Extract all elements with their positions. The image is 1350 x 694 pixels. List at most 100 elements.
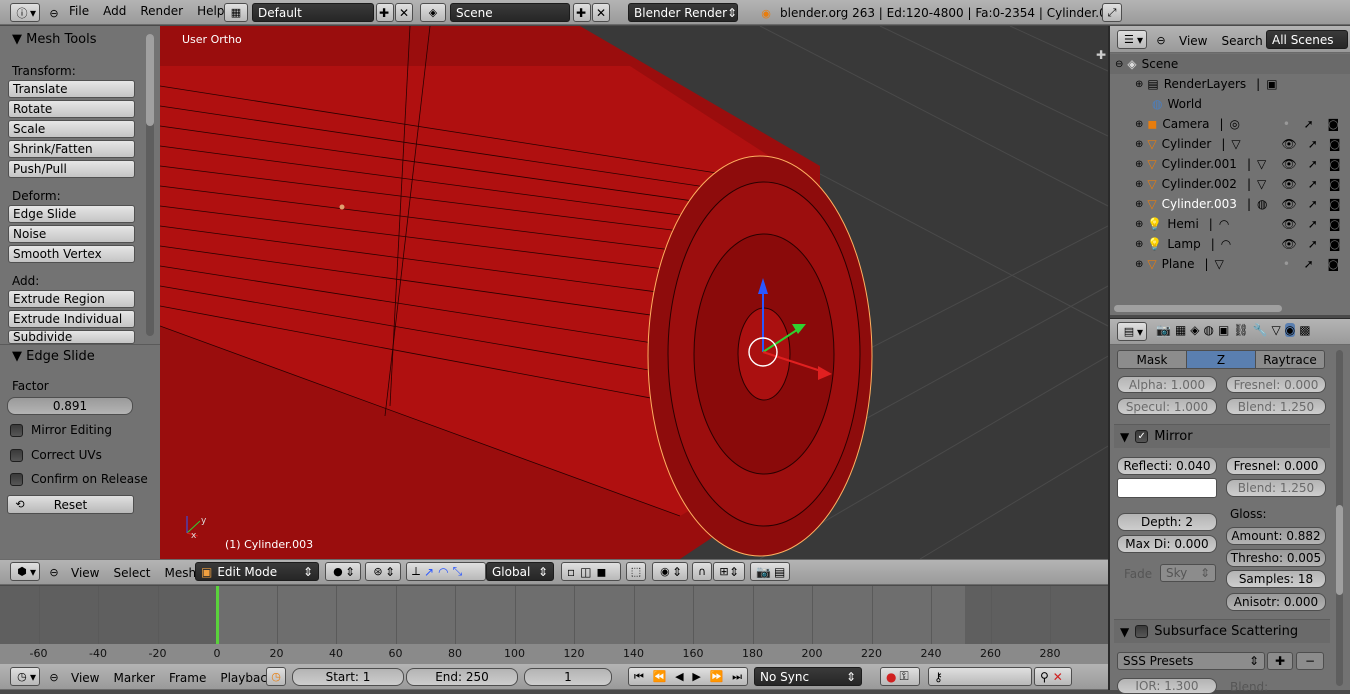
screen-layout-field[interactable]: Default [252, 3, 374, 22]
gloss-samples-field[interactable]: Samples: 18 [1226, 570, 1326, 588]
outliner-row-renderlayers[interactable]: ⊕ ▤ RenderLayers | ▣ [1110, 74, 1350, 94]
sync-select[interactable]: No Sync ⇕ [754, 667, 862, 686]
menu-view[interactable]: View [64, 671, 106, 685]
subdivide-button[interactable]: Subdivide [8, 330, 135, 344]
proportional-edit-select[interactable]: ◉ ⇕ [652, 562, 688, 581]
insert-key-icon[interactable]: ⚲ [1040, 670, 1049, 684]
cursor-icon[interactable]: ➚ [1304, 254, 1314, 274]
info-editor-button[interactable]: ⓘ ▾ [10, 3, 40, 22]
menu-search[interactable]: Search [1214, 34, 1269, 48]
editor-type-outliner-button[interactable]: ☰ ▾ [1117, 30, 1147, 49]
factor-slider[interactable]: 0.891 [7, 397, 133, 415]
add-layout-button[interactable]: ✚ [376, 3, 394, 22]
render-icon[interactable]: ◙ [1327, 114, 1339, 134]
face-select-icon[interactable]: ◼ [596, 565, 606, 579]
add-panel-plus-icon[interactable]: ✚ [1096, 48, 1106, 62]
sss-panel-header[interactable]: ▼ Subsurface Scattering [1114, 619, 1330, 643]
scene-icon-button[interactable]: ◈ [420, 3, 446, 22]
menu-view[interactable]: View [1172, 34, 1214, 48]
fullscreen-button[interactable]: ⤢ [1102, 3, 1122, 22]
reset-button[interactable]: ⟲ Reset [7, 495, 134, 514]
add-preset-button[interactable]: ✚ [1267, 652, 1293, 670]
render-icon[interactable]: ◙ [1327, 254, 1339, 274]
film-icon[interactable]: ▤ [774, 565, 785, 579]
render-icon[interactable]: ◙ [1329, 174, 1341, 194]
world-tab-icon[interactable]: ◍ [1204, 323, 1214, 337]
render-tab-icon[interactable]: 📷 [1156, 323, 1171, 337]
mirror-fresnel-field[interactable]: Fresnel: 0.000 [1226, 457, 1326, 475]
mirror-editing-checkbox[interactable] [10, 423, 23, 437]
max-distance-field[interactable]: Max Di: 0.000 [1117, 535, 1217, 553]
editor-type-properties-button[interactable]: ▤ ▾ [1117, 322, 1147, 341]
eye-icon[interactable]: • [1283, 114, 1290, 134]
rotate-button[interactable]: Rotate [8, 100, 135, 118]
ior-field[interactable]: IOR: 1.300 [1117, 678, 1217, 694]
viewport-3d[interactable]: y x [160, 26, 1108, 559]
render-icon[interactable]: ◙ [1329, 154, 1341, 174]
blend-field[interactable]: Blend: 1.250 [1226, 398, 1326, 415]
eye-icon[interactable]: 👁 [1282, 214, 1297, 234]
jump-end-icon[interactable]: ⏭ [732, 670, 742, 684]
collapse-icon[interactable]: ⊖ [1153, 32, 1169, 48]
translate-button[interactable]: Translate [8, 80, 135, 98]
end-frame-field[interactable]: End: 250 [406, 668, 518, 686]
menu-marker[interactable]: Marker [106, 671, 161, 685]
mirror-editing-row[interactable]: Mirror Editing [10, 423, 112, 437]
sss-enable-checkbox[interactable] [1135, 625, 1149, 638]
next-keyframe-icon[interactable]: ⏩ [710, 670, 724, 683]
pivot-select[interactable]: ⊛ ⇕ [365, 562, 401, 581]
material-tab-icon[interactable]: ◉ [1284, 323, 1296, 337]
scene-tab-icon[interactable]: ◈ [1190, 323, 1199, 337]
eye-icon[interactable]: 👁 [1282, 194, 1297, 214]
editor-type-3dview-button[interactable]: ⬢ ▾ [10, 562, 40, 581]
constraints-tab-icon[interactable]: ⛓ [1233, 323, 1248, 337]
remove-scene-button[interactable]: ✕ [592, 3, 610, 22]
shelf-scrollbar[interactable] [146, 34, 154, 336]
select-mode-buttons[interactable]: ▫ ◫ ◼ [561, 562, 621, 581]
gloss-threshold-field[interactable]: Thresho: 0.005 [1226, 549, 1326, 567]
render-icon[interactable]: ◙ [1329, 134, 1341, 154]
cursor-icon[interactable]: ➚ [1308, 234, 1318, 254]
properties-scroll-thumb[interactable] [1336, 505, 1343, 595]
edge-slide-panel-header[interactable]: ▼ Edge Slide [12, 349, 95, 364]
scale-button[interactable]: Scale [8, 120, 135, 138]
cursor-icon[interactable]: ➚ [1308, 134, 1318, 154]
fresnel-field[interactable]: Fresnel: 0.000 [1226, 376, 1326, 393]
gloss-amount-field[interactable]: Amount: 0.882 [1226, 527, 1326, 545]
prev-keyframe-icon[interactable]: ⏪ [653, 670, 667, 683]
camera-render-icon[interactable]: 📷 [756, 565, 771, 579]
correct-uvs-row[interactable]: Correct UVs [10, 448, 102, 462]
menu-file[interactable]: File [62, 4, 96, 18]
tab-mask[interactable]: Mask [1118, 351, 1186, 368]
expand-icon[interactable]: ⊕ [1135, 199, 1143, 210]
cursor-icon[interactable]: ➚ [1308, 154, 1318, 174]
edge-slide-button[interactable]: Edge Slide [8, 205, 135, 223]
tab-z-transparency[interactable]: Z Transparen [1186, 351, 1256, 368]
fade-select[interactable]: Sky ⇕ [1160, 564, 1216, 582]
eye-icon[interactable]: 👁 [1282, 154, 1297, 174]
render-icon[interactable]: ◙ [1329, 194, 1341, 214]
eye-icon[interactable]: 👁 [1282, 234, 1297, 254]
push-pull-button[interactable]: Push/Pull [8, 160, 135, 178]
cursor-icon[interactable]: ➚ [1308, 174, 1318, 194]
record-button[interactable]: ● ⚿ [880, 667, 920, 686]
shading-select[interactable]: ● ⇕ [325, 562, 361, 581]
extrude-region-button[interactable]: Extrude Region [8, 290, 135, 308]
orientation-select[interactable]: Global ⇕ [486, 562, 554, 581]
snap-toggle[interactable]: ∩ [692, 562, 712, 581]
anisotropy-field[interactable]: Anisotr: 0.000 [1226, 593, 1326, 611]
expand-icon[interactable]: ⊕ [1135, 79, 1143, 90]
playback-controls[interactable]: ⏮ ⏪ ◀ ▶ ⏩ ⏭ [628, 667, 748, 686]
render-icon[interactable]: ◙ [1329, 234, 1341, 254]
collapse-icon[interactable]: ⊖ [46, 669, 62, 685]
tab-raytrace[interactable]: Raytrace [1256, 351, 1324, 368]
specular-alpha-field[interactable]: Specul: 1.000 [1117, 398, 1217, 415]
collapse-icon[interactable]: ⊖ [1115, 59, 1123, 70]
expand-icon[interactable]: ⊕ [1135, 159, 1143, 170]
expand-icon[interactable]: ⊕ [1135, 219, 1143, 230]
vertex-select-icon[interactable]: ▫ [567, 565, 575, 579]
object-tab-icon[interactable]: ▣ [1218, 323, 1229, 337]
remove-layout-button[interactable]: ✕ [395, 3, 413, 22]
alpha-field[interactable]: Alpha: 1.000 [1117, 376, 1217, 393]
snap-element-select[interactable]: ⊞ ⇕ [713, 562, 745, 581]
